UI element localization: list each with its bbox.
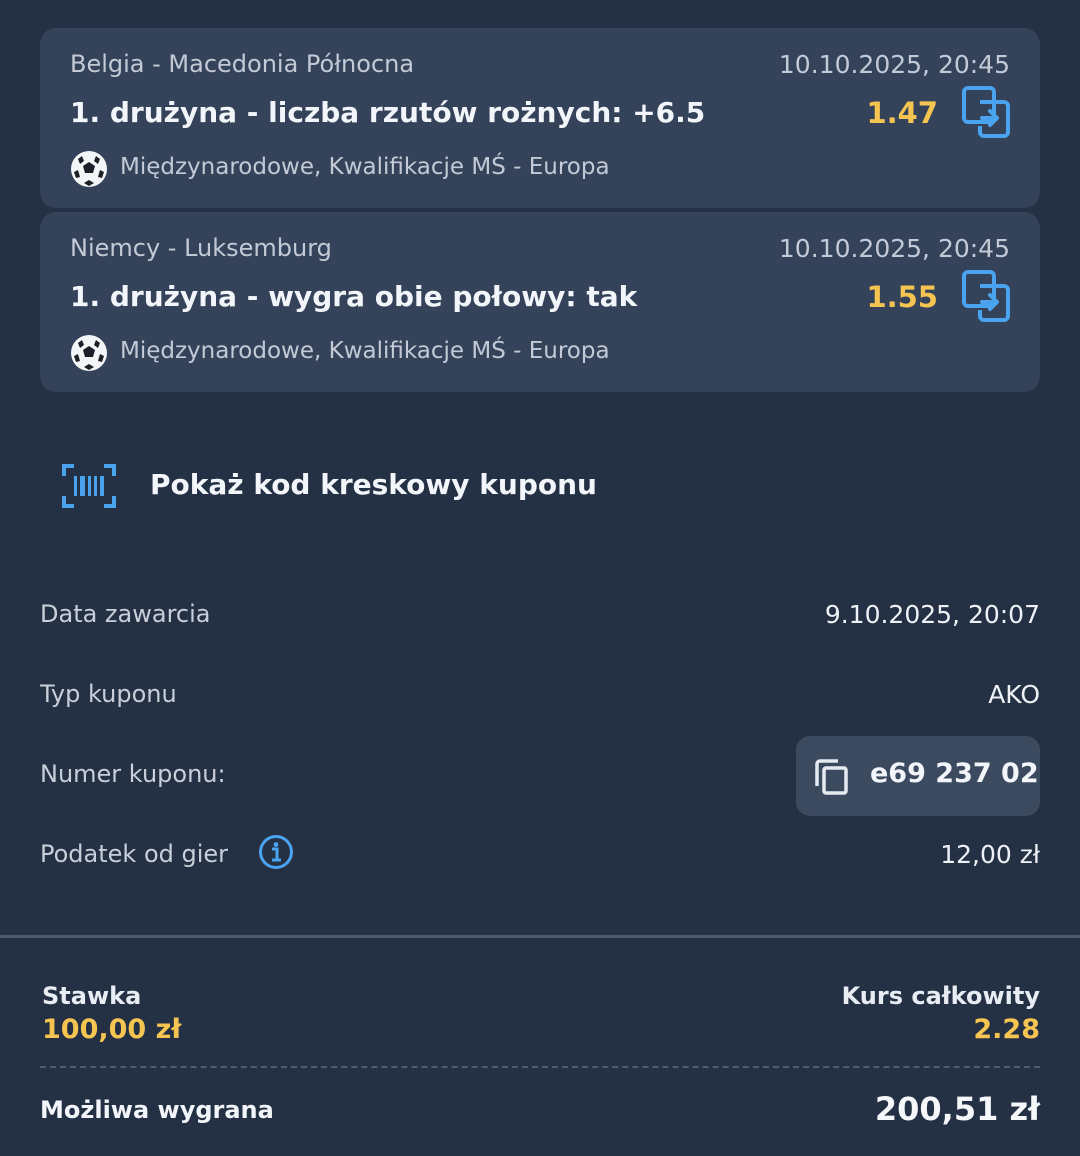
bet-card[interactable]: Belgia - Macedonia Północna 10.10.2025, … (40, 28, 1040, 208)
bet-odds: 1.47 (866, 96, 938, 130)
tax-value: 12,00 zł (940, 840, 1040, 869)
total-odds-label: Kurs całkowity (841, 982, 1040, 1010)
stake-label: Stawka (42, 982, 142, 1010)
match-name: Niemcy - Luksemburg (70, 234, 332, 262)
detail-row-type: Typ kuponu AKO (40, 666, 1040, 726)
possible-win-value: 200,51 zł (874, 1090, 1040, 1128)
match-date: 10.10.2025, 20:45 (778, 50, 1010, 79)
type-label: Typ kuponu (40, 680, 177, 708)
match-date: 10.10.2025, 20:45 (778, 234, 1010, 263)
stake-value: 100,00 zł (42, 1014, 182, 1045)
match-name: Belgia - Macedonia Północna (70, 50, 415, 78)
barcode-scan-icon (62, 464, 116, 508)
dashed-divider (40, 1066, 1040, 1068)
tax-label: Podatek od gier (40, 840, 229, 868)
replace-bet-icon[interactable] (962, 270, 1010, 322)
detail-row-date: Data zawarcia 9.10.2025, 20:07 (40, 586, 1040, 646)
date-label: Data zawarcia (40, 600, 211, 628)
bet-selection: 1. drużyna - wygra obie połowy: tak (70, 280, 638, 313)
soccer-ball-icon (71, 335, 107, 371)
copy-icon (815, 759, 848, 795)
coupon-summary: Stawka 100,00 zł Kurs całkowity 2.28 Moż… (0, 938, 1080, 1156)
info-icon[interactable] (258, 834, 294, 870)
total-odds-value: 2.28 (973, 1014, 1040, 1045)
show-barcode-button[interactable]: Pokaż kod kreskowy kuponu (40, 446, 740, 526)
coupon-number-value: e69 237 02 (870, 758, 1039, 789)
detail-row-number: Numer kuponu: e69 237 02 (40, 736, 1040, 816)
bet-selection: 1. drużyna - liczba rzutów rożnych: +6.5 (70, 96, 706, 129)
possible-win-label: Możliwa wygrana (40, 1096, 274, 1124)
replace-bet-icon[interactable] (962, 86, 1010, 138)
league-name: Międzynarodowe, Kwalifikacje MŚ - Europa (120, 338, 610, 364)
detail-row-tax: Podatek od gier 12,00 zł (40, 826, 1040, 886)
soccer-ball-icon (71, 151, 107, 187)
league-name: Międzynarodowe, Kwalifikacje MŚ - Europa (120, 154, 610, 180)
date-value: 9.10.2025, 20:07 (824, 600, 1040, 629)
copy-coupon-number-button[interactable]: e69 237 02 (796, 736, 1040, 816)
show-barcode-label: Pokaż kod kreskowy kuponu (150, 468, 597, 501)
bet-card[interactable]: Niemcy - Luksemburg 10.10.2025, 20:45 1.… (40, 212, 1040, 392)
type-value: AKO (988, 680, 1040, 709)
number-label: Numer kuponu: (40, 760, 226, 788)
bet-odds: 1.55 (866, 280, 938, 314)
